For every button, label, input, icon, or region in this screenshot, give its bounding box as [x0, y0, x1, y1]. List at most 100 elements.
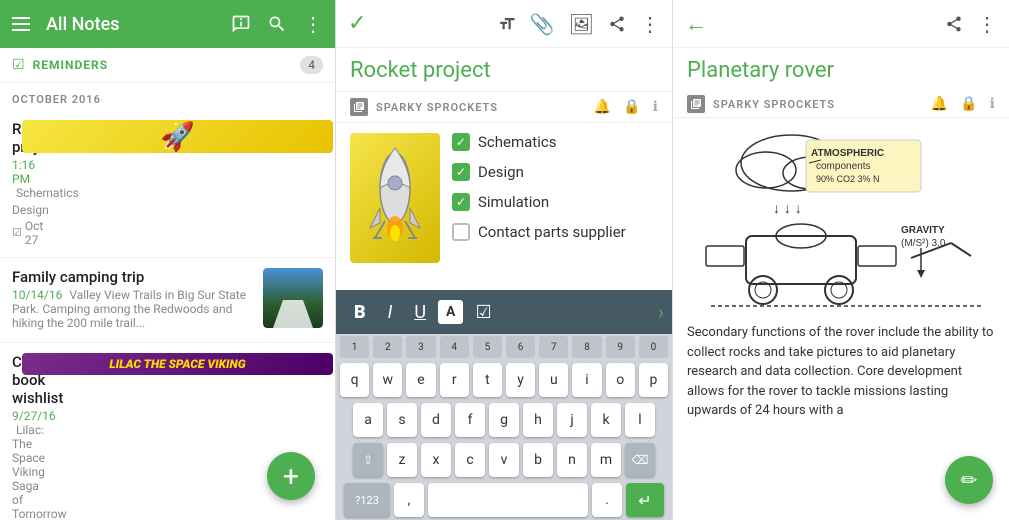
more-icon[interactable]: ⋮ — [303, 12, 323, 36]
num-hint-4: 4 — [440, 336, 469, 358]
notebook-name: SPARKY SPROCKETS — [376, 101, 586, 114]
key-d[interactable]: d — [421, 403, 451, 437]
note-meta-camping: 10/14/16 Valley View Trails in Big Sur S… — [12, 288, 253, 330]
checkbox-schematics[interactable] — [452, 133, 470, 151]
key-period[interactable]: . — [592, 483, 622, 517]
key-r[interactable]: r — [440, 363, 469, 397]
key-i[interactable]: i — [572, 363, 601, 397]
num-hint-8: 8 — [572, 336, 601, 358]
lock-icon[interactable]: 🔒 — [623, 99, 640, 115]
search-icon[interactable] — [267, 14, 287, 34]
editor-content: Schematics Design Simulation Contact par… — [336, 123, 672, 290]
key-p[interactable]: p — [639, 363, 668, 397]
key-s[interactable]: s — [387, 403, 417, 437]
rover-alarm-icon[interactable]: 🔔 — [931, 96, 948, 112]
key-space[interactable] — [428, 483, 588, 517]
note-item-rocket[interactable]: Rocket project 1:16 PM Schematics Design… — [0, 110, 335, 258]
key-shift[interactable]: ⇧ — [353, 443, 383, 477]
num-hint-1: 1 — [340, 336, 369, 358]
notebook-icon — [350, 98, 368, 116]
key-enter[interactable]: ↵ — [626, 483, 664, 517]
key-g[interactable]: g — [489, 403, 519, 437]
key-h[interactable]: h — [523, 403, 553, 437]
key-z[interactable]: z — [387, 443, 417, 477]
key-m[interactable]: m — [591, 443, 621, 477]
expand-format-icon[interactable]: › — [658, 300, 664, 324]
num-hint-6: 6 — [506, 336, 535, 358]
key-n[interactable]: n — [557, 443, 587, 477]
note-item-camping[interactable]: Family camping trip 10/14/16 Valley View… — [0, 258, 335, 343]
add-note-button[interactable]: + — [267, 452, 315, 500]
rover-header-icons: ⋮ — [945, 12, 997, 36]
rover-header: ← ⋮ — [673, 0, 1009, 48]
svg-text:90% CO2 3% N: 90% CO2 3% N — [816, 174, 880, 184]
key-backspace[interactable]: ⌫ — [625, 443, 655, 477]
rover-lock-icon[interactable]: 🔒 — [960, 96, 977, 112]
compose-icon[interactable] — [231, 14, 251, 34]
key-x[interactable]: x — [421, 443, 451, 477]
more-icon-rover[interactable]: ⋮ — [977, 12, 997, 36]
key-q[interactable]: q — [340, 363, 369, 397]
key-u[interactable]: u — [539, 363, 568, 397]
font-icon[interactable] — [498, 15, 516, 33]
key-y[interactable]: y — [506, 363, 535, 397]
reminders-bar[interactable]: ☑ REMINDERS 4 — [0, 48, 335, 83]
checkbox-design[interactable] — [452, 163, 470, 181]
attach-icon[interactable]: 📎 — [530, 12, 555, 36]
svg-text:(M/S²) 3.0: (M/S²) 3.0 — [901, 238, 946, 249]
keyboard-bottom-row: ?123 , . ↵ — [336, 480, 672, 520]
checkbox-parts[interactable] — [452, 223, 470, 241]
checklist-item-design[interactable]: Design — [452, 163, 658, 181]
back-icon[interactable]: ← — [685, 11, 707, 37]
key-c[interactable]: c — [455, 443, 485, 477]
key-symbols[interactable]: ?123 — [344, 483, 390, 517]
key-a[interactable]: a — [353, 403, 383, 437]
checklist-text-parts: Contact parts supplier — [478, 223, 626, 241]
key-o[interactable]: o — [606, 363, 635, 397]
key-l[interactable]: l — [625, 403, 655, 437]
italic-button[interactable]: I — [378, 296, 403, 329]
keyboard-row3: ⇧ z x c v b n m ⌫ — [336, 440, 672, 480]
rocket-thumbnail — [350, 133, 440, 263]
reminders-count: 4 — [300, 56, 323, 74]
notes-header: All Notes ⋮ — [0, 0, 335, 48]
key-b[interactable]: b — [523, 443, 553, 477]
image-icon[interactable]: 🖼 — [569, 12, 594, 36]
confirm-icon[interactable]: ✓ — [348, 11, 366, 36]
key-t[interactable]: t — [473, 363, 502, 397]
edit-fab-button[interactable]: ✏ — [945, 456, 993, 504]
bold-button[interactable]: B — [344, 296, 376, 329]
key-w[interactable]: w — [373, 363, 402, 397]
key-k[interactable]: k — [591, 403, 621, 437]
key-f[interactable]: f — [455, 403, 485, 437]
rover-notebook-bar: SPARKY SPROCKETS 🔔 🔒 ℹ — [673, 91, 1009, 118]
highlight-button[interactable]: A — [438, 300, 463, 324]
key-comma[interactable]: , — [394, 483, 424, 517]
rover-notebook-name: SPARKY SPROCKETS — [713, 98, 923, 111]
checklist-item-simulation[interactable]: Simulation — [452, 193, 658, 211]
key-j[interactable]: j — [557, 403, 587, 437]
editor-header: ✓ 📎 🖼 ⋮ — [336, 0, 672, 48]
checklist-button[interactable]: ☑ — [465, 296, 501, 329]
rover-info-icon[interactable]: ℹ — [990, 96, 995, 112]
svg-text:ATMOSPHERIC: ATMOSPHERIC — [811, 148, 884, 159]
info-icon[interactable]: ℹ — [653, 99, 658, 115]
checklist-item-schematics[interactable]: Schematics — [452, 133, 658, 151]
share-icon[interactable] — [608, 15, 626, 33]
alarm-icon[interactable]: 🔔 — [594, 99, 611, 115]
editor-toolbar: 📎 🖼 ⋮ — [498, 12, 660, 36]
key-v[interactable]: v — [489, 443, 519, 477]
menu-icon[interactable] — [12, 17, 30, 31]
more-icon-editor[interactable]: ⋮ — [640, 12, 660, 36]
format-bar: B I U A ☑ › — [336, 290, 672, 334]
checkbox-simulation[interactable] — [452, 193, 470, 211]
note-thumb-comic: LILAC THE SPACE VIKING — [22, 353, 333, 375]
share-icon-rover[interactable] — [945, 12, 963, 36]
editor-title: Rocket project — [350, 58, 658, 83]
underline-button[interactable]: U — [404, 296, 436, 329]
notes-list-container: OCTOBER 2016 Rocket project 1:16 PM Sche… — [0, 83, 335, 520]
key-e[interactable]: e — [406, 363, 435, 397]
notes-title: All Notes — [46, 14, 215, 35]
checklist-item-parts[interactable]: Contact parts supplier — [452, 223, 658, 241]
rocket-image — [350, 133, 440, 280]
